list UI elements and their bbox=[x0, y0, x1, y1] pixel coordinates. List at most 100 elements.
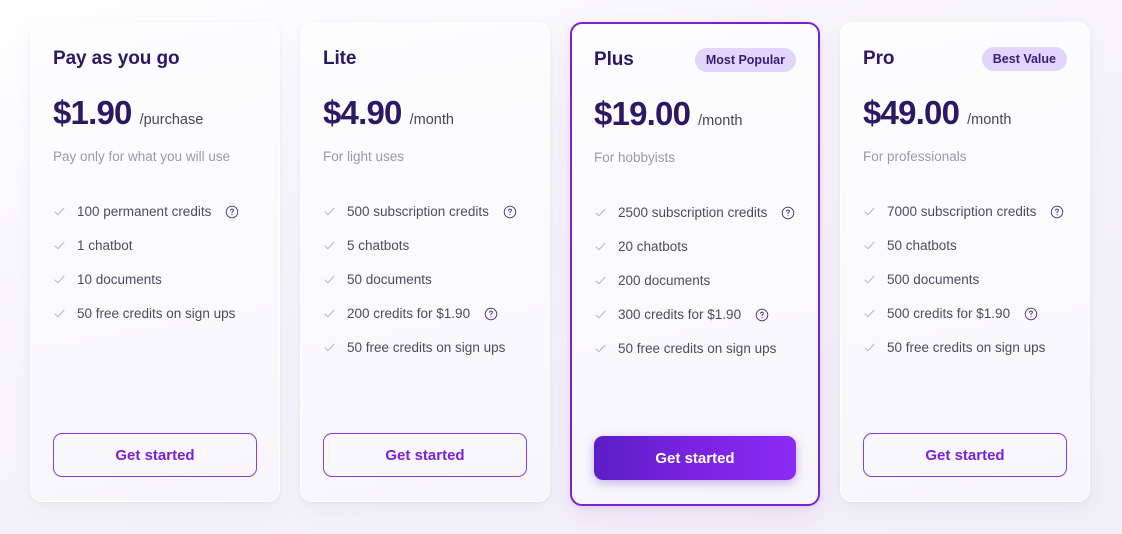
feature-item: 50 free credits on sign ups bbox=[594, 341, 796, 356]
feature-label: 200 documents bbox=[618, 273, 711, 289]
plan-name: Plus bbox=[594, 49, 634, 70]
check-icon bbox=[594, 206, 607, 219]
feature-label: 5 chatbots bbox=[347, 238, 410, 254]
check-icon bbox=[53, 307, 66, 320]
check-icon bbox=[323, 273, 336, 286]
plan-tagline: For light uses bbox=[323, 149, 405, 165]
plan-tagline: For professionals bbox=[863, 149, 967, 165]
feature-label: 100 permanent credits bbox=[77, 204, 212, 220]
check-icon bbox=[594, 308, 607, 321]
help-circle-icon[interactable] bbox=[225, 205, 239, 219]
pricing-page: Pay as you go $1.90/purchase Pay only for … bbox=[0, 0, 1122, 534]
feature-label: 7000 subscription credits bbox=[887, 204, 1037, 220]
feature-item: 500 subscription credits bbox=[323, 204, 527, 219]
check-icon bbox=[323, 239, 336, 252]
card-header: Plus Most Popular bbox=[594, 46, 796, 74]
plan-period: /month bbox=[698, 113, 743, 129]
card-header: Lite bbox=[323, 45, 527, 73]
plan-period: /month bbox=[409, 112, 454, 128]
price-row: $1.90/purchase bbox=[53, 94, 257, 131]
plan-tagline: For hobbyists bbox=[594, 150, 676, 166]
pricing-card-plus: Plus Most Popular $19.00/month For hobbyist… bbox=[570, 22, 820, 506]
check-icon bbox=[323, 341, 336, 354]
card-header: Pro Best Value bbox=[863, 45, 1067, 73]
feature-label: 50 free credits on sign ups bbox=[618, 341, 777, 357]
check-icon bbox=[863, 205, 876, 218]
feature-label: 50 documents bbox=[347, 272, 432, 288]
plan-period: /month bbox=[967, 112, 1012, 128]
feature-item: 200 documents bbox=[594, 273, 796, 288]
pricing-card-lite: Lite $4.90/month For light uses 500 subscri… bbox=[300, 22, 550, 502]
help-circle-icon[interactable] bbox=[503, 205, 517, 219]
help-circle-icon[interactable] bbox=[1024, 307, 1038, 321]
card-header: Pay as you go bbox=[53, 45, 257, 73]
feature-label: 500 documents bbox=[887, 272, 980, 288]
check-icon bbox=[323, 205, 336, 218]
plan-price: $49.00 bbox=[863, 94, 960, 131]
check-icon bbox=[594, 240, 607, 253]
feature-item: 50 free credits on sign ups bbox=[53, 306, 257, 321]
feature-item: 300 credits for $1.90 bbox=[594, 307, 796, 322]
check-icon bbox=[863, 307, 876, 320]
feature-item: 7000 subscription credits bbox=[863, 204, 1067, 219]
feature-item: 5 chatbots bbox=[323, 238, 527, 253]
help-circle-icon[interactable] bbox=[781, 206, 795, 220]
feature-label: 200 credits for $1.90 bbox=[347, 306, 471, 322]
plan-price: $1.90 bbox=[53, 94, 132, 131]
feature-label: 50 chatbots bbox=[887, 238, 957, 254]
feature-label: 50 free credits on sign ups bbox=[887, 340, 1046, 356]
feature-label: 500 subscription credits bbox=[347, 204, 489, 220]
feature-item: 2500 subscription credits bbox=[594, 205, 796, 220]
feature-label: 2500 subscription credits bbox=[618, 205, 768, 221]
feature-item: 20 chatbots bbox=[594, 239, 796, 254]
feature-item: 50 chatbots bbox=[863, 238, 1067, 253]
plan-name: Pay as you go bbox=[53, 48, 180, 69]
help-circle-icon[interactable] bbox=[755, 308, 769, 322]
get-started-button[interactable]: Get started bbox=[53, 433, 257, 477]
check-icon bbox=[53, 205, 66, 218]
feature-item: 500 credits for $1.90 bbox=[863, 306, 1067, 321]
plan-name: Pro bbox=[863, 48, 895, 69]
help-circle-icon[interactable] bbox=[484, 307, 498, 321]
check-icon bbox=[53, 239, 66, 252]
pricing-card-pro: Pro Best Value $49.00/month For professiona… bbox=[840, 22, 1090, 502]
plan-price: $4.90 bbox=[323, 94, 402, 131]
feature-item: 10 documents bbox=[53, 272, 257, 287]
plan-price: $19.00 bbox=[594, 95, 691, 132]
check-icon bbox=[594, 274, 607, 287]
feature-item: 50 free credits on sign ups bbox=[863, 340, 1067, 355]
feature-item: 100 permanent credits bbox=[53, 204, 257, 219]
feature-list: 2500 subscription credits 20 chatbots 200 … bbox=[594, 205, 796, 406]
feature-label: 10 documents bbox=[77, 272, 162, 288]
get-started-button[interactable]: Get started bbox=[594, 436, 796, 480]
feature-item: 500 documents bbox=[863, 272, 1067, 287]
check-icon bbox=[863, 239, 876, 252]
feature-label: 50 free credits on sign ups bbox=[347, 340, 506, 356]
feature-label: 20 chatbots bbox=[618, 239, 688, 255]
plan-badge: Most Popular bbox=[694, 47, 796, 73]
feature-item: 1 chatbot bbox=[53, 238, 257, 253]
price-row: $19.00/month bbox=[594, 95, 796, 132]
plan-name: Lite bbox=[323, 48, 357, 69]
feature-list: 500 subscription credits 5 chatbots 50 doc… bbox=[323, 204, 527, 403]
pricing-card-pay-as-you-go: Pay as you go $1.90/purchase Pay only for … bbox=[30, 22, 280, 502]
plan-period: /purchase bbox=[139, 112, 204, 128]
price-row: $49.00/month bbox=[863, 94, 1067, 131]
pricing-card-list: Pay as you go $1.90/purchase Pay only for … bbox=[0, 0, 1122, 506]
feature-list: 7000 subscription credits 50 chatbots 500 … bbox=[863, 204, 1067, 403]
check-icon bbox=[594, 342, 607, 355]
check-icon bbox=[323, 307, 336, 320]
feature-label: 1 chatbot bbox=[77, 238, 133, 254]
feature-item: 50 documents bbox=[323, 272, 527, 287]
feature-label: 300 credits for $1.90 bbox=[618, 307, 742, 323]
get-started-button[interactable]: Get started bbox=[863, 433, 1067, 477]
feature-item: 50 free credits on sign ups bbox=[323, 340, 527, 355]
plan-badge: Best Value bbox=[981, 46, 1067, 72]
check-icon bbox=[863, 341, 876, 354]
help-circle-icon[interactable] bbox=[1050, 205, 1064, 219]
check-icon bbox=[863, 273, 876, 286]
get-started-button[interactable]: Get started bbox=[323, 433, 527, 477]
feature-list: 100 permanent credits 1 chatbot 10 documen… bbox=[53, 204, 257, 403]
plan-tagline: Pay only for what you will use bbox=[53, 149, 231, 165]
feature-label: 50 free credits on sign ups bbox=[77, 306, 236, 322]
